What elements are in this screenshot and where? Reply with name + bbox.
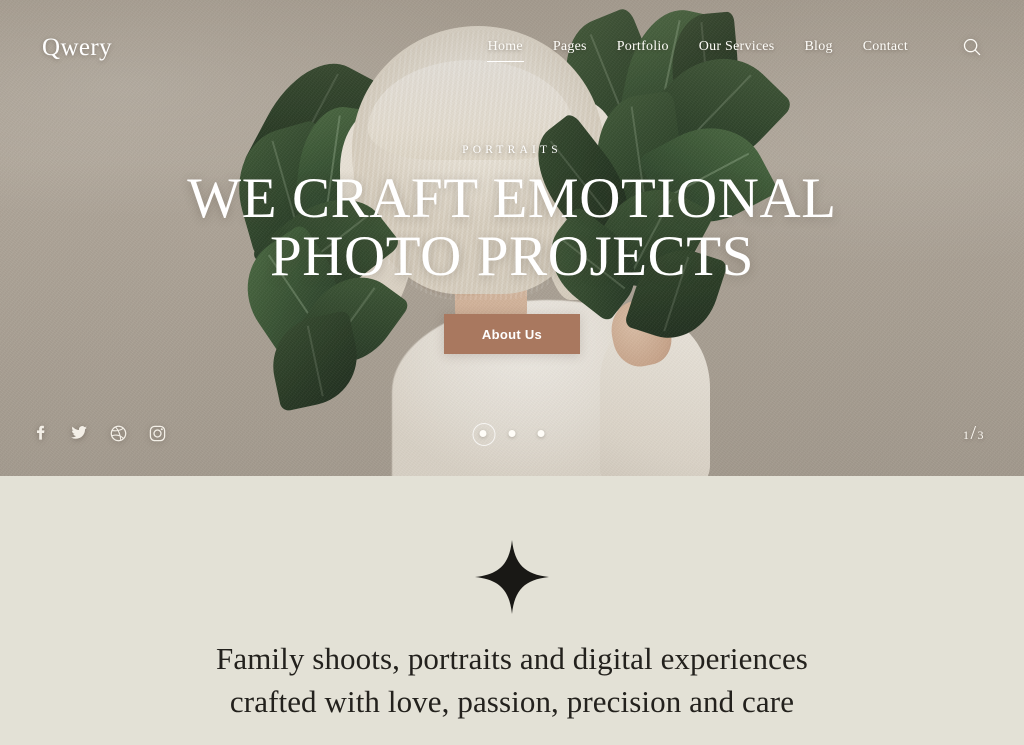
nav-item-our-services[interactable]: Our Services	[697, 35, 777, 59]
slide-separator: /	[970, 421, 977, 444]
hero-footer-bar: 1/3	[0, 390, 1024, 476]
slider-dot-2[interactable]	[508, 429, 516, 437]
twitter-icon[interactable]	[69, 423, 89, 443]
slide-counter: 1/3	[963, 422, 984, 445]
facebook-icon[interactable]	[30, 423, 50, 443]
slider-dot-1[interactable]	[472, 422, 496, 446]
nav-item-home[interactable]: Home	[486, 35, 525, 63]
intro-line-3: precision and care	[566, 683, 795, 719]
dribbble-icon[interactable]	[108, 423, 128, 443]
hero-section: Qwery Home Pages Portfolio Our Services …	[0, 0, 1024, 476]
nav-item-portfolio[interactable]: Portfolio	[615, 35, 671, 59]
slide-total: 3	[977, 427, 984, 442]
search-icon[interactable]	[960, 35, 984, 59]
intro-section: Family shoots, portraits and digital exp…	[0, 476, 1024, 745]
slider-dots	[472, 422, 545, 446]
site-logo[interactable]: Qwery	[42, 35, 112, 60]
four-point-star-icon	[475, 540, 549, 614]
site-header: Qwery Home Pages Portfolio Our Services …	[0, 0, 1024, 94]
about-us-button[interactable]: About Us	[444, 314, 580, 355]
slider-dot-3[interactable]	[537, 429, 545, 437]
nav-item-pages[interactable]: Pages	[551, 35, 589, 59]
main-navigation: Home Pages Portfolio Our Services Blog C…	[486, 35, 984, 63]
nav-item-contact[interactable]: Contact	[861, 35, 910, 59]
social-links	[30, 423, 167, 443]
intro-paragraph: Family shoots, portraits and digital exp…	[202, 638, 822, 724]
instagram-icon[interactable]	[147, 423, 167, 443]
intro-line-1: Family shoots, portraits and digital	[216, 641, 653, 676]
nav-item-blog[interactable]: Blog	[802, 35, 834, 59]
page-root: Qwery Home Pages Portfolio Our Services …	[0, 0, 1024, 745]
